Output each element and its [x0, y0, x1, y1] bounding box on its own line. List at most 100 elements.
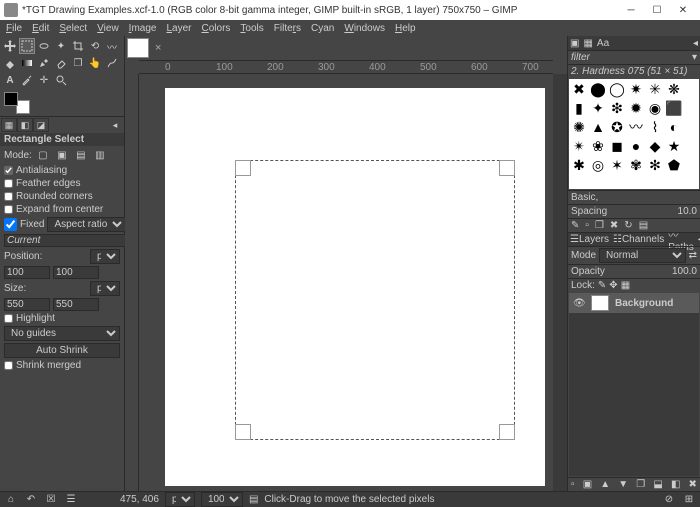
down-icon[interactable]: ▼: [618, 479, 628, 490]
menu-view[interactable]: View: [93, 22, 123, 35]
mode-sub-icon[interactable]: ▤: [73, 147, 89, 163]
menu-windows[interactable]: Windows: [340, 22, 389, 35]
clone-tool-icon[interactable]: ❐: [70, 55, 86, 71]
rounded-option[interactable]: Rounded corners: [0, 190, 124, 203]
layers-list[interactable]: 👁 Background: [569, 293, 699, 476]
mode-switch-icon[interactable]: ⇄: [689, 250, 697, 261]
measure-tool-icon[interactable]: ✛: [36, 72, 52, 88]
menu-layer[interactable]: Layer: [162, 22, 195, 35]
brush-grid[interactable]: ✖ ⬤ ◯ ✷ ✳ ❋ ▮ ✦ ❇ ✹ ◉ ⬛ ✺ ▲ ✪ 〰 ⌇ ◐ ✴ ❀ …: [569, 79, 699, 189]
rect-select-tool-icon[interactable]: [19, 38, 35, 54]
menu-file[interactable]: File: [2, 22, 26, 35]
fixed-check[interactable]: [4, 218, 17, 231]
pos-unit-select[interactable]: px: [90, 249, 120, 264]
pos-y-input[interactable]: [53, 266, 99, 279]
mode-replace-icon[interactable]: ▢: [35, 147, 51, 163]
feather-option[interactable]: Feather edges: [0, 177, 124, 190]
sb-cancel-icon[interactable]: ⊘: [662, 493, 676, 507]
brush-item[interactable]: ✶: [608, 156, 626, 174]
ruler-vertical[interactable]: [125, 74, 139, 491]
brush-item[interactable]: ◼: [608, 137, 626, 155]
vertical-scrollbar[interactable]: [553, 74, 567, 491]
tab-tool-options-icon[interactable]: ▦: [1, 118, 17, 132]
minimize-button[interactable]: ─: [618, 0, 644, 20]
brush-item[interactable]: ★: [665, 137, 683, 155]
delete-layer-icon[interactable]: ✖: [689, 479, 697, 490]
tab-font-icon[interactable]: Aa: [597, 38, 609, 49]
brush-item[interactable]: ✴: [570, 137, 588, 155]
transform-tool-icon[interactable]: ⟲: [87, 38, 103, 54]
pos-x-input[interactable]: [4, 266, 50, 279]
menu-cyan[interactable]: Cyan: [307, 22, 338, 35]
move-tool-icon[interactable]: [2, 38, 18, 54]
tab-brush-icon[interactable]: ▣: [570, 38, 579, 49]
filter-menu-icon[interactable]: ▾: [692, 52, 697, 63]
expand-option[interactable]: Expand from center: [0, 203, 124, 216]
ruler-horizontal[interactable]: 0 100 200 300 400 500 600 700: [139, 60, 553, 74]
brush-item[interactable]: ⬤: [589, 80, 607, 98]
brush-item[interactable]: ◯: [608, 80, 626, 98]
fill-tool-icon[interactable]: [2, 55, 18, 71]
tab-images-icon[interactable]: ◪: [33, 118, 49, 132]
document-tab[interactable]: ×: [125, 36, 567, 60]
refresh-brush-icon[interactable]: ↻: [624, 220, 632, 231]
mode-add-icon[interactable]: ▣: [54, 147, 70, 163]
doc-close-icon[interactable]: ×: [155, 42, 161, 54]
brush-item[interactable]: ✾: [627, 156, 645, 174]
handle-bottom-left[interactable]: [235, 424, 251, 440]
layer-row[interactable]: 👁 Background: [569, 293, 699, 313]
sb-home-icon[interactable]: ⌂: [4, 493, 18, 507]
fg-color[interactable]: [4, 92, 18, 106]
new-brush-icon[interactable]: ▫: [585, 220, 589, 231]
opacity-value[interactable]: 100.0: [672, 266, 697, 277]
brush-item[interactable]: ❇: [608, 99, 626, 117]
menu-edit[interactable]: Edit: [28, 22, 53, 35]
handle-top-right[interactable]: [499, 160, 515, 176]
crop-tool-icon[interactable]: [70, 38, 86, 54]
highlight-option[interactable]: Highlight: [0, 312, 124, 325]
brush-item[interactable]: ◉: [646, 99, 664, 117]
menu-image[interactable]: Image: [125, 22, 161, 35]
size-w-input[interactable]: [4, 298, 50, 311]
spacing-value[interactable]: 10.0: [678, 206, 697, 217]
brush-tool-icon[interactable]: [36, 55, 52, 71]
fixed-select[interactable]: Aspect ratio: [47, 217, 126, 232]
brush-item[interactable]: ✺: [570, 118, 588, 136]
open-brush-icon[interactable]: ▤: [639, 220, 648, 231]
smudge-tool-icon[interactable]: 👆: [87, 55, 103, 71]
warp-tool-icon[interactable]: 〰: [104, 38, 120, 54]
tab-device-icon[interactable]: ◧: [17, 118, 33, 132]
current-input[interactable]: [4, 234, 144, 247]
group-icon[interactable]: ▣: [583, 479, 592, 490]
brush-item[interactable]: ✱: [570, 156, 588, 174]
handle-bottom-right[interactable]: [499, 424, 515, 440]
size-h-input[interactable]: [53, 298, 99, 311]
handle-top-left[interactable]: [235, 160, 251, 176]
new-layer-icon[interactable]: ▫: [571, 479, 575, 490]
brush-item[interactable]: ❀: [589, 137, 607, 155]
eraser-tool-icon[interactable]: [53, 55, 69, 71]
size-unit-select[interactable]: px: [90, 281, 120, 296]
brush-item[interactable]: ✦: [589, 99, 607, 117]
up-icon[interactable]: ▲: [600, 479, 610, 490]
merge-icon[interactable]: ⬓: [653, 479, 662, 490]
guides-select[interactable]: No guides: [4, 326, 120, 341]
mask-icon[interactable]: ◧: [671, 479, 680, 490]
edit-brush-icon[interactable]: ✎: [571, 220, 579, 231]
selection-marquee[interactable]: [235, 160, 515, 440]
menu-help[interactable]: Help: [391, 22, 420, 35]
brush-item[interactable]: ⬟: [665, 156, 683, 174]
brush-item[interactable]: ⌇: [646, 118, 664, 136]
gradient-tool-icon[interactable]: [19, 55, 35, 71]
unit-select[interactable]: px: [165, 492, 195, 507]
brush-item[interactable]: ⬛: [665, 99, 683, 117]
picker-tool-icon[interactable]: [19, 72, 35, 88]
dup-layer-icon[interactable]: ❐: [636, 479, 645, 490]
basic-row[interactable]: Basic,: [568, 190, 700, 204]
menu-colors[interactable]: Colors: [197, 22, 234, 35]
brush-item[interactable]: ◆: [646, 137, 664, 155]
brush-item[interactable]: ✪: [608, 118, 626, 136]
path-tool-icon[interactable]: [104, 55, 120, 71]
sb-nav-icon[interactable]: ⊞: [682, 493, 696, 507]
lock-alpha-icon[interactable]: ▦: [621, 280, 630, 291]
